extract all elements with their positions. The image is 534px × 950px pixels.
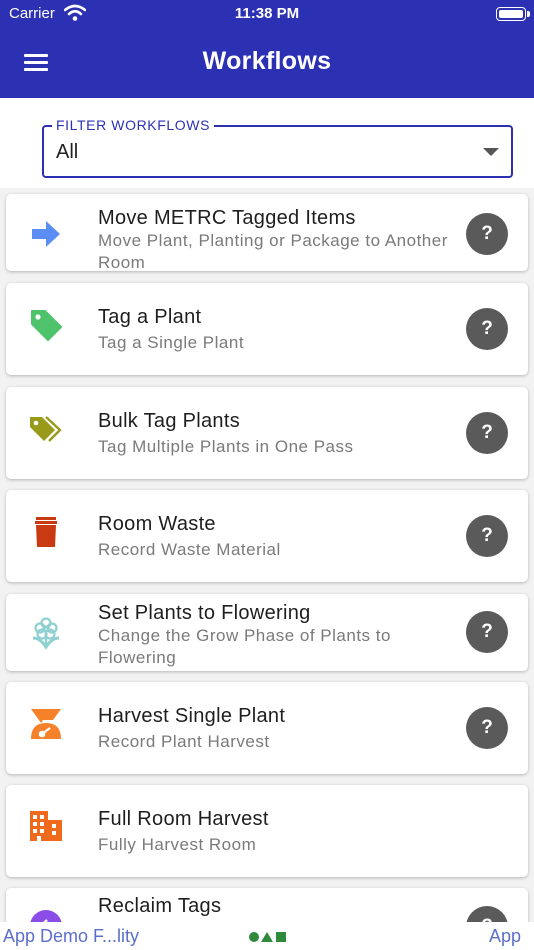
arrow-right-icon	[32, 221, 60, 247]
workflow-list: Move METRC Tagged Items Move Plant, Plan…	[0, 188, 534, 922]
workflow-title: Move METRC Tagged Items	[98, 207, 356, 229]
workflow-card-room-waste[interactable]: Room Waste Record Waste Material ?	[6, 490, 528, 582]
facility-label[interactable]: App Demo F...lity	[3, 926, 139, 947]
workflow-subtitle: Move Plant, Planting or Package to Anoth…	[98, 231, 448, 272]
tag-icon	[31, 310, 62, 341]
workflow-subtitle: Tag Multiple Plants in One Pass	[98, 437, 354, 456]
building-icon	[30, 811, 62, 841]
flower-icon	[32, 617, 60, 650]
harvest-icon	[31, 709, 61, 739]
workflow-subtitle: Record Plant Harvest	[98, 732, 270, 751]
help-button[interactable]: ?	[466, 308, 508, 350]
workflow-title: Full Room Harvest	[98, 808, 269, 830]
workflow-title: Harvest Single Plant	[98, 705, 286, 727]
chevron-down-icon[interactable]	[483, 148, 499, 156]
workflow-title: Bulk Tag Plants	[98, 410, 240, 432]
workflow-card-move-metrc[interactable]: Move METRC Tagged Items Move Plant, Plan…	[6, 194, 528, 272]
status-bar: Carrier 11:38 PM	[0, 0, 534, 28]
app-header: Carrier 11:38 PM Workflows	[0, 0, 534, 98]
workflow-subtitle: Fully Harvest Room	[98, 835, 257, 854]
help-button[interactable]: ?	[466, 611, 508, 653]
page-title: Workflows	[202, 47, 332, 75]
workflow-card-bulk-tag[interactable]: Bulk Tag Plants Tag Multiple Plants in O…	[6, 387, 528, 479]
workflow-title: Reclaim Tags	[98, 895, 222, 917]
workflow-card-reclaim-tags[interactable]: Reclaim Tags ?	[6, 888, 528, 922]
workflow-card-tag-plant[interactable]: Tag a Plant Tag a Single Plant ?	[6, 283, 528, 375]
help-button[interactable]: ?	[466, 906, 508, 922]
workflow-title: Tag a Plant	[98, 306, 202, 328]
filter-value: All	[56, 141, 79, 163]
filter-section: FILTER WORKFLOWS All	[0, 98, 534, 188]
workflow-card-harvest-single[interactable]: Harvest Single Plant Record Plant Harves…	[6, 682, 528, 774]
workflow-subtitle: Change the Grow Phase of Plants to Flowe…	[98, 626, 391, 667]
help-button[interactable]: ?	[466, 707, 508, 749]
reclaim-icon	[30, 910, 62, 922]
workflow-card-set-flowering[interactable]: Set Plants to Flowering Change the Grow …	[6, 594, 528, 671]
clock: 11:38 PM	[234, 5, 300, 22]
filter-workflows-select[interactable]: FILTER WORKFLOWS All	[42, 117, 513, 178]
shapes-icon[interactable]	[248, 931, 288, 943]
filter-label: FILTER WORKFLOWS	[52, 117, 215, 133]
battery-icon	[496, 7, 530, 21]
workflow-title: Set Plants to Flowering	[98, 602, 311, 624]
workflow-card-full-room-harvest[interactable]: Full Room Harvest Fully Harvest Room	[6, 785, 528, 877]
app-label[interactable]: App	[489, 926, 521, 947]
help-button[interactable]: ?	[466, 213, 508, 255]
help-button[interactable]: ?	[466, 412, 508, 454]
workflow-subtitle: Record Waste Material	[98, 540, 281, 559]
workflow-title: Room Waste	[98, 513, 216, 535]
trash-icon	[35, 517, 57, 547]
help-button[interactable]: ?	[466, 515, 508, 557]
tags-icon	[30, 416, 62, 442]
workflow-subtitle: Tag a Single Plant	[98, 333, 245, 352]
bottom-bar: App Demo F...lity App	[0, 922, 534, 950]
